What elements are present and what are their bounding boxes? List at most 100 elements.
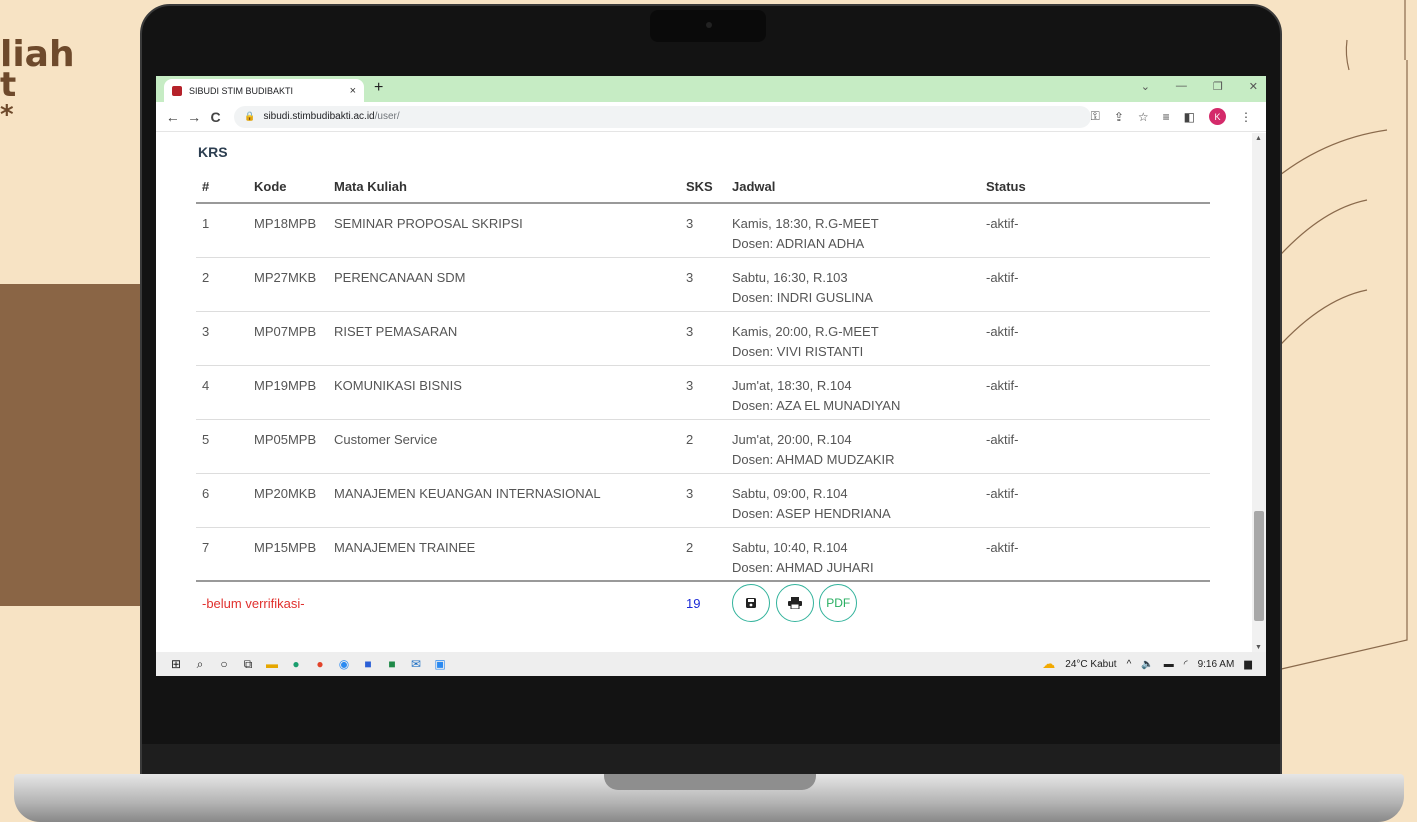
row-no: 3 xyxy=(196,311,248,366)
excel-icon[interactable]: ■ xyxy=(380,657,404,671)
cortana-icon[interactable]: ○ xyxy=(212,657,236,671)
menu-kebab-icon[interactable]: ⋮ xyxy=(1240,110,1252,124)
row-course: KOMUNIKASI BISNIS xyxy=(328,365,680,420)
save-button[interactable] xyxy=(732,584,770,622)
weather-text[interactable]: 24°C Kabut xyxy=(1065,659,1116,670)
row-code: MP15MPB xyxy=(248,527,328,582)
row-no: 6 xyxy=(196,473,248,528)
row-status: -aktif- xyxy=(980,473,1210,528)
windows-start-icon[interactable]: ⊞ xyxy=(164,657,188,671)
laptop-bezel-bottom xyxy=(142,744,1280,776)
print-button[interactable] xyxy=(775,584,814,622)
row-code: MP27MKB xyxy=(248,257,328,312)
lecturer-text: Dosen: VIVI RISTANTI xyxy=(732,343,864,359)
battery-icon[interactable]: ▬ xyxy=(1164,659,1174,670)
search-icon[interactable]: ⌕ xyxy=(188,657,212,672)
tray-chevron-icon[interactable]: ^ xyxy=(1127,659,1132,670)
print-icon xyxy=(787,597,802,609)
scroll-down-icon[interactable]: ▼ xyxy=(1255,644,1262,651)
row-schedule: Sabtu, 09:00, R.104 Dosen: ASEP HENDRIANA xyxy=(726,473,980,528)
row-schedule: Kamis, 18:30, R.G-MEET Dosen: ADRIAN ADHA xyxy=(726,203,980,258)
system-tray: ☁ 24°C Kabut ^ 🔈 ▬ ◜ 9:16 AM ▆ xyxy=(1042,656,1266,672)
share-icon[interactable]: ⇪ xyxy=(1114,110,1124,124)
windows-taskbar: ⊞ ⌕ ○ ⧉ ▬ ● ● ◉ ■ ■ ✉ ▣ ☁ 24°C Kabut ^ 🔈… xyxy=(156,652,1266,676)
lock-icon[interactable]: 🔒 xyxy=(244,111,255,122)
verification-status: -belum verrifikasi- xyxy=(196,580,680,633)
zoom-icon[interactable]: ▣ xyxy=(428,657,452,671)
reading-list-icon[interactable]: ≡ xyxy=(1163,110,1170,124)
row-status: -aktif- xyxy=(980,257,1210,312)
minimize-button[interactable]: — xyxy=(1176,80,1187,93)
back-button[interactable]: ← xyxy=(162,109,183,125)
browser-screen: SIBUDI STIM BUDIBAKTI × + ⌄ — ❐ ✕ ← → C … xyxy=(156,76,1266,676)
row-course: MANAJEMEN KEUANGAN INTERNASIONAL xyxy=(328,473,680,528)
total-row: -belum verrifikasi- 19 PDF xyxy=(196,580,1210,633)
profile-avatar[interactable]: K xyxy=(1209,108,1226,125)
row-no: 1 xyxy=(196,203,248,258)
row-no: 4 xyxy=(196,365,248,420)
pdf-button[interactable]: PDF xyxy=(819,584,858,622)
office-icon[interactable]: ● xyxy=(308,657,332,671)
side-panel-icon[interactable]: ◧ xyxy=(1184,110,1195,124)
lecturer-text: Dosen: AHMAD JUHARI xyxy=(732,559,874,575)
scroll-up-icon[interactable]: ▲ xyxy=(1255,135,1262,142)
row-course: MANAJEMEN TRAINEE xyxy=(328,527,680,582)
vertical-scrollbar[interactable]: ▲ ▼ xyxy=(1252,133,1266,653)
window-controls: ⌄ — ❐ ✕ xyxy=(1141,80,1258,93)
row-sks: 2 xyxy=(680,419,726,474)
row-no: 7 xyxy=(196,527,248,582)
lecturer-text: Dosen: AZA EL MUNADIYAN xyxy=(732,397,901,413)
laptop-base-notch xyxy=(604,774,816,790)
row-sks: 2 xyxy=(680,527,726,582)
forward-button[interactable]: → xyxy=(183,109,204,125)
volume-icon[interactable]: 🔈 xyxy=(1141,659,1153,670)
table-row: 3 MP07MPB RISET PEMASARAN 3 Kamis, 20:00… xyxy=(196,311,1210,366)
header-sks: SKS xyxy=(680,168,726,204)
tab-bar: SIBUDI STIM BUDIBAKTI × + ⌄ — ❐ ✕ xyxy=(156,76,1266,102)
task-view-icon[interactable]: ⧉ xyxy=(236,657,260,672)
address-bar[interactable]: 🔒 sibudi.stimbudibakti.ac.id/user/ xyxy=(234,105,1091,128)
weather-icon[interactable]: ☁ xyxy=(1042,656,1055,672)
krs-card: KRS # Kode Mata Kuliah SKS Jadwal Status… xyxy=(178,139,1250,653)
chrome-icon[interactable]: ◉ xyxy=(332,657,356,671)
row-schedule: Kamis, 20:00, R.G-MEET Dosen: VIVI RISTAN… xyxy=(726,311,980,366)
edge-icon[interactable]: ● xyxy=(284,657,308,671)
close-window-button[interactable]: ✕ xyxy=(1249,80,1258,93)
schedule-text: Sabtu, 16:30, R.103 xyxy=(732,269,848,285)
lecturer-text: Dosen: INDRI GUSLINA xyxy=(732,289,873,305)
browser-tab[interactable]: SIBUDI STIM BUDIBAKTI × xyxy=(164,79,364,102)
clock-time[interactable]: 9:16 AM xyxy=(1198,659,1235,670)
reload-button[interactable]: C xyxy=(205,109,226,125)
tab-close-icon[interactable]: × xyxy=(350,85,356,97)
row-course: Customer Service xyxy=(328,419,680,474)
notification-icon[interactable]: ▆ xyxy=(1244,659,1252,670)
table-row: 2 MP27MKB PERENCANAAN SDM 3 Sabtu, 16:30… xyxy=(196,257,1210,312)
url-path: /user/ xyxy=(374,111,400,122)
krs-table: # Kode Mata Kuliah SKS Jadwal Status 1 M… xyxy=(196,168,1210,633)
word-icon[interactable]: ■ xyxy=(356,657,380,671)
restore-button[interactable]: ❐ xyxy=(1213,80,1223,93)
tab-search-icon[interactable]: ⌄ xyxy=(1141,80,1150,93)
url-domain: sibudi.stimbudibakti.ac.id xyxy=(263,111,375,122)
file-explorer-icon[interactable]: ▬ xyxy=(260,657,284,671)
tab-title: SIBUDI STIM BUDIBAKTI xyxy=(189,85,294,96)
row-sks: 3 xyxy=(680,257,726,312)
row-code: MP18MPB xyxy=(248,203,328,258)
password-key-icon[interactable]: ⚿ xyxy=(1091,109,1100,124)
scrollbar-thumb[interactable] xyxy=(1254,511,1264,621)
row-no: 2 xyxy=(196,257,248,312)
schedule-text: Jum'at, 18:30, R.104 xyxy=(732,377,852,393)
new-tab-button[interactable]: + xyxy=(374,79,383,97)
background-title-line: * xyxy=(0,100,14,130)
row-status: -aktif- xyxy=(980,419,1210,474)
schedule-text: Sabtu, 10:40, R.104 xyxy=(732,539,848,555)
row-schedule: Sabtu, 16:30, R.103 Dosen: INDRI GUSLINA xyxy=(726,257,980,312)
row-schedule: Jum'at, 20:00, R.104 Dosen: AHMAD MUDZAKI… xyxy=(726,419,980,474)
wifi-icon[interactable]: ◜ xyxy=(1184,659,1188,670)
row-code: MP07MPB xyxy=(248,311,328,366)
mail-icon[interactable]: ✉ xyxy=(404,657,428,671)
row-no: 5 xyxy=(196,419,248,474)
bookmark-star-icon[interactable]: ☆ xyxy=(1138,110,1149,124)
row-schedule: Sabtu, 10:40, R.104 Dosen: AHMAD JUHARI xyxy=(726,527,980,582)
row-sks: 3 xyxy=(680,311,726,366)
